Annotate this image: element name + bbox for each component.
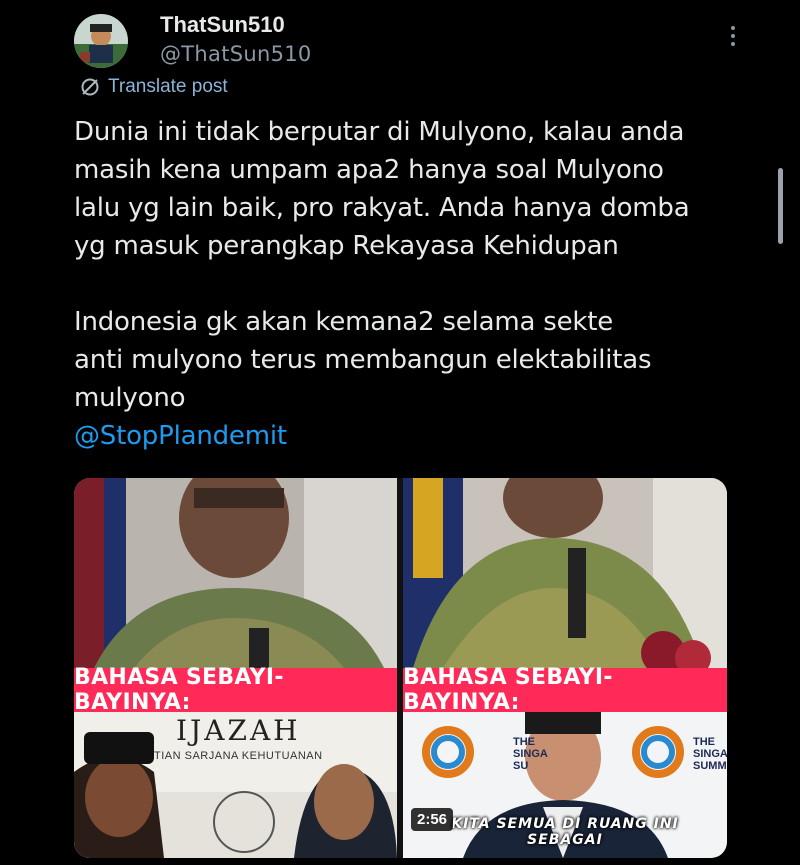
document-title: IJAZAH xyxy=(176,714,301,747)
more-vertical-icon[interactable] xyxy=(724,22,742,52)
video-subtitle: KITA SEMUA DI RUANG INI SEBAGAI xyxy=(451,816,679,848)
mention-link[interactable]: @StopPlandemit xyxy=(74,417,734,455)
translate-post-link[interactable]: Translate post xyxy=(80,76,228,98)
translate-label: Translate post xyxy=(108,76,228,97)
scrollbar[interactable] xyxy=(778,168,783,244)
media-image-left[interactable]: BAHASA SEBAYI-BAYINYA: IJAZAH TIAN SARJA… xyxy=(74,478,397,858)
tweet-paragraph-2: Indonesia gk akan kemana2 selama sekte a… xyxy=(74,307,652,413)
caption-banner-right: BAHASA SEBAYI-BAYINYA: xyxy=(403,665,727,715)
video-duration-badge: 2:56 xyxy=(411,808,454,831)
speaker-video-frame xyxy=(403,478,727,668)
translate-icon xyxy=(81,78,99,96)
user-handle[interactable]: @ThatSun510 xyxy=(160,42,312,66)
media-grid: BAHASA SEBAYI-BAYINYA: IJAZAH TIAN SARJA… xyxy=(74,478,727,858)
avatar[interactable] xyxy=(74,14,128,68)
tweet-paragraph-1: Dunia ini tidak berputar di Mulyono, kal… xyxy=(74,117,690,261)
speaker-image xyxy=(74,478,397,668)
display-name[interactable]: ThatSun510 xyxy=(160,12,285,38)
media-video-right[interactable]: BAHASA SEBAYI-BAYINYA: THE SINGA SU THE … xyxy=(403,478,727,858)
tweet-body: Dunia ini tidak berputar di Mulyono, kal… xyxy=(74,113,734,455)
summit-logo-text: THE SINGA SU xyxy=(513,736,548,772)
document-subtitle: TIAN SARJANA KEHUTUANAN xyxy=(154,750,323,762)
summit-logo-text-2: THE SINGAPOR SUMM xyxy=(693,736,727,772)
caption-banner-left: BAHASA SEBAYI-BAYINYA: xyxy=(74,665,397,715)
